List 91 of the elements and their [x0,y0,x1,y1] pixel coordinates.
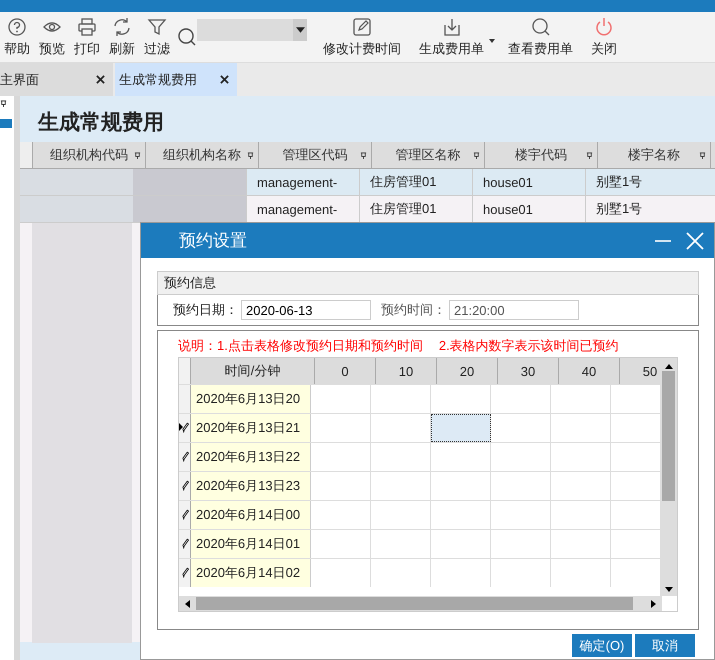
pencil-icon [182,422,189,433]
caret-icon [296,27,304,33]
pin-icon[interactable] [586,152,593,158]
pin-icon[interactable] [134,152,141,158]
toolbar-button[interactable]: 预览 [35,16,69,58]
help-icon [7,16,27,36]
column-header[interactable]: 楼宇名称 [598,142,711,168]
pencil-icon [182,538,189,549]
power-icon [594,16,614,36]
scrollbar-thumb[interactable] [196,597,633,610]
column-header: 20 [437,358,498,384]
toolbar-button[interactable]: 关闭 [585,16,623,58]
toolbar-button[interactable]: 查看费用单 [502,16,579,58]
pin-icon[interactable] [473,152,480,158]
close-icon[interactable] [96,75,105,84]
pin-icon[interactable] [699,152,706,158]
scrollbar-thumb[interactable] [662,371,675,501]
dialog-button[interactable]: 取消 [635,634,695,657]
pencil-icon [182,451,189,462]
search-icon [530,16,550,36]
pin-icon[interactable] [360,152,367,158]
toolbar-button[interactable]: 修改计费时间 [317,16,407,58]
time-label-cell: 2020年6月14日01 [191,530,311,558]
row-header[interactable] [179,501,191,529]
printer-icon [77,16,97,36]
table-cell: management- [246,169,359,195]
column-header: 10 [376,358,437,384]
right-arrow-icon[interactable] [651,600,656,608]
column-header[interactable]: 组织机构名称 [146,142,259,168]
field-label: 预约时间： [381,301,446,319]
down-arrow-icon[interactable] [664,587,672,592]
column-header[interactable]: 楼宇代码 [485,142,598,168]
pencil-icon [182,480,189,491]
time-field[interactable]: 21:20:00 [449,300,579,320]
column-header[interactable]: 管理区代码 [259,142,372,168]
toolbar-button[interactable]: 生成费用单 [413,16,496,58]
vertical-scrollbar[interactable] [660,358,677,596]
tab[interactable]: 主界面 [0,63,113,96]
filter-icon [147,16,167,36]
time-label-cell: 2020年6月14日02 [191,559,311,587]
column-header[interactable]: 管理区名称 [372,142,485,168]
row-pointer-icon [179,423,183,431]
row-header[interactable] [179,559,191,587]
column-header: 时间/分钟 [191,358,315,384]
section-header: 预约信息 [157,271,699,295]
column-header: 40 [559,358,620,384]
row-header[interactable] [179,414,191,442]
pin-icon[interactable] [0,100,7,107]
toolbar-button[interactable]: 过滤 [140,16,174,58]
time-label-cell: 2020年6月13日21 [191,414,311,442]
table-cell: 别墅1号 [585,169,698,195]
dialog-title: 预约设置 [179,230,247,252]
grid-cell[interactable] [431,414,491,442]
refresh-icon [112,16,132,36]
column-header: 0 [315,358,376,384]
row-header[interactable] [179,472,191,500]
search-combo-box[interactable] [197,19,307,41]
toolbar-button[interactable]: 刷新 [105,16,139,58]
row-header[interactable] [179,443,191,471]
caret-icon [489,38,495,42]
note-text: 2.表格内数字表示该时间已预约 [438,337,619,355]
search-icon [177,27,197,47]
pencil-icon [352,16,372,36]
time-label-cell: 2020年6月13日22 [191,443,311,471]
field-label: 预约日期： [173,301,238,319]
left-arrow-icon[interactable] [185,600,190,608]
pin-icon[interactable] [247,152,254,158]
note-text: 说明：1.点击表格修改预约日期和预约时间 [178,337,423,355]
row-header[interactable] [179,530,191,558]
table-cell: 住房管理01 [359,169,472,195]
table-cell: house01 [472,169,585,195]
time-label-cell: 2020年6月13日23 [191,472,311,500]
column-header[interactable]: 组织机构代码 [33,142,146,168]
page-title: 生成常规费用 [36,110,165,136]
date-field[interactable]: 2020-06-13 [241,300,371,320]
tab[interactable]: 生成常规费用 [115,63,237,96]
up-arrow-icon[interactable] [664,364,672,369]
close-icon[interactable] [220,75,229,84]
pencil-icon [182,509,189,520]
toolbar-button[interactable]: 帮助 [0,16,34,58]
time-label-cell: 2020年6月14日00 [191,501,311,529]
horizontal-scrollbar[interactable] [179,596,662,611]
dialog-button[interactable]: 确定(O) [572,634,632,657]
folder-icon[interactable] [0,119,12,128]
column-header: 30 [498,358,559,384]
toolbar-button[interactable]: 打印 [70,16,104,58]
row-header [179,358,191,384]
pencil-icon [182,567,189,578]
time-label-cell: 2020年6月13日20 [191,385,311,413]
table-row[interactable]: management- 住房管理01 house01 别墅1号 [20,169,715,196]
download-icon [442,16,462,36]
